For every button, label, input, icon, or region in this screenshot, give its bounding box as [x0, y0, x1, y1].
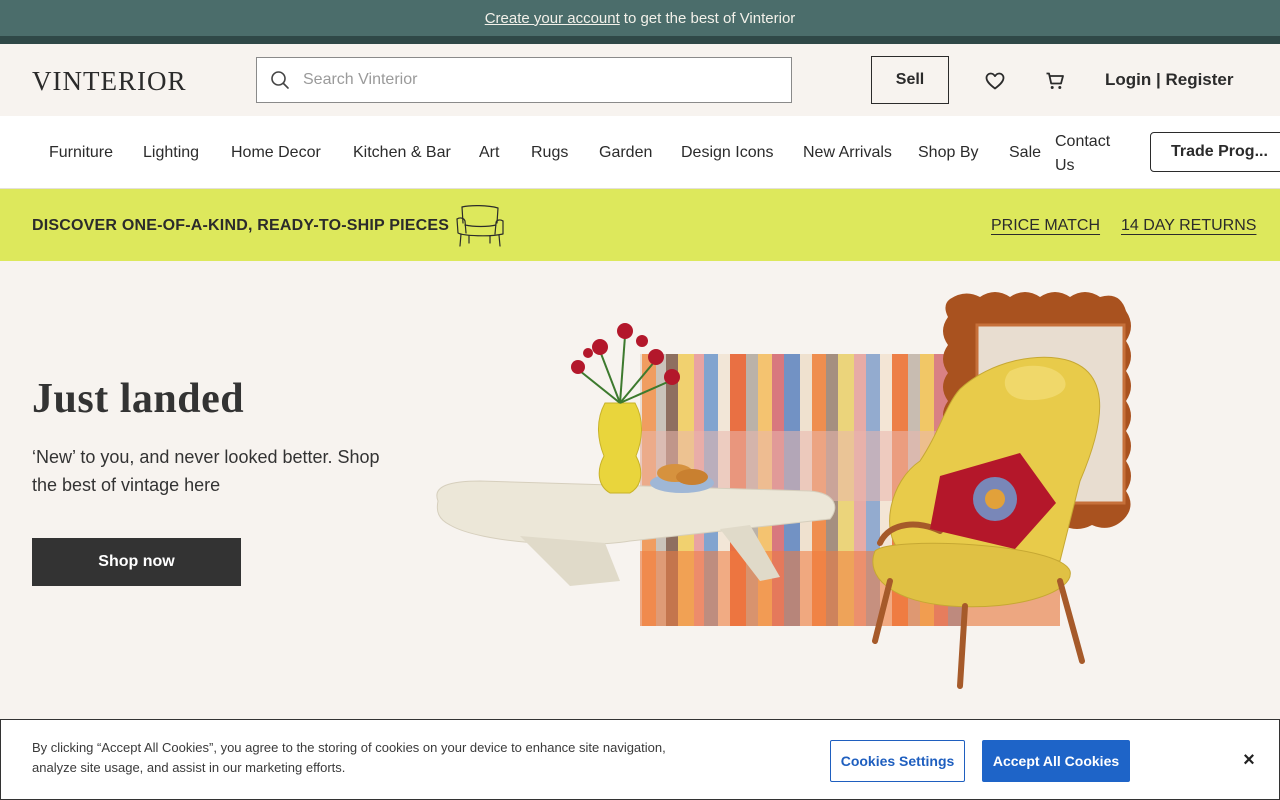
- promo-text: to get the best of Vinterior: [623, 9, 796, 27]
- main-nav: Furniture Lighting Home Decor Kitchen & …: [0, 116, 1280, 189]
- nav-item-lighting[interactable]: Lighting: [143, 144, 199, 162]
- hero-title: Just landed: [32, 376, 245, 422]
- discover-banner: DISCOVER ONE-OF-A-KIND, READY-TO-SHIP PI…: [0, 189, 1280, 261]
- cookie-banner: By clicking “Accept All Cookies”, you ag…: [0, 719, 1280, 800]
- cookie-consent-text: By clicking “Accept All Cookies”, you ag…: [32, 740, 666, 775]
- heart-icon[interactable]: [984, 70, 1006, 92]
- nav-item-home-decor[interactable]: Home Decor: [231, 144, 321, 162]
- close-icon[interactable]: ×: [1237, 748, 1261, 772]
- nav-item-design-icons[interactable]: Design Icons: [681, 144, 774, 162]
- promo-divider: [0, 36, 1280, 44]
- nav-item-furniture[interactable]: Furniture: [49, 144, 113, 162]
- armchair-sketch-icon: [454, 203, 506, 254]
- accept-all-cookies-button[interactable]: Accept All Cookies: [982, 740, 1130, 782]
- cookies-settings-button[interactable]: Cookies Settings: [830, 740, 965, 782]
- search-input[interactable]: [303, 71, 791, 89]
- shop-now-button[interactable]: Shop now: [32, 538, 241, 586]
- sell-button[interactable]: Sell: [871, 56, 949, 104]
- login-register-link[interactable]: Login | Register: [1105, 70, 1234, 90]
- search-icon: [257, 58, 303, 102]
- nav-item-shop-by[interactable]: Shop By: [918, 144, 978, 162]
- trade-program-button[interactable]: Trade Prog...: [1150, 132, 1280, 172]
- nav-item-new-arrivals[interactable]: New Arrivals: [803, 144, 892, 162]
- site-header: VINTERIOR Sell Login | Register: [0, 44, 1280, 116]
- nav-item-contact-us[interactable]: Contact Us: [1055, 130, 1127, 178]
- search-box[interactable]: [256, 57, 792, 103]
- nav-item-sale[interactable]: Sale: [1009, 144, 1041, 162]
- nav-item-garden[interactable]: Garden: [599, 144, 652, 162]
- price-match-link[interactable]: PRICE MATCH: [991, 217, 1100, 235]
- cart-icon[interactable]: [1044, 70, 1066, 92]
- nav-item-rugs[interactable]: Rugs: [531, 144, 568, 162]
- nav-item-art[interactable]: Art: [479, 144, 499, 162]
- promo-bar: Create your account to get the best of V…: [0, 0, 1280, 36]
- hero-subtitle: ‘New’ to you, and never looked better. S…: [32, 447, 380, 495]
- nav-item-kitchen-bar[interactable]: Kitchen & Bar: [353, 144, 451, 162]
- create-account-link[interactable]: Create your account: [485, 10, 620, 27]
- returns-link[interactable]: 14 DAY RETURNS: [1121, 217, 1256, 235]
- discover-text: DISCOVER ONE-OF-A-KIND, READY-TO-SHIP PI…: [32, 217, 450, 234]
- hero-section: Just landed ‘New’ to you, and never look…: [0, 261, 1280, 701]
- hero-collage-image: [436, 292, 1131, 689]
- logo[interactable]: VINTERIOR: [32, 66, 186, 97]
